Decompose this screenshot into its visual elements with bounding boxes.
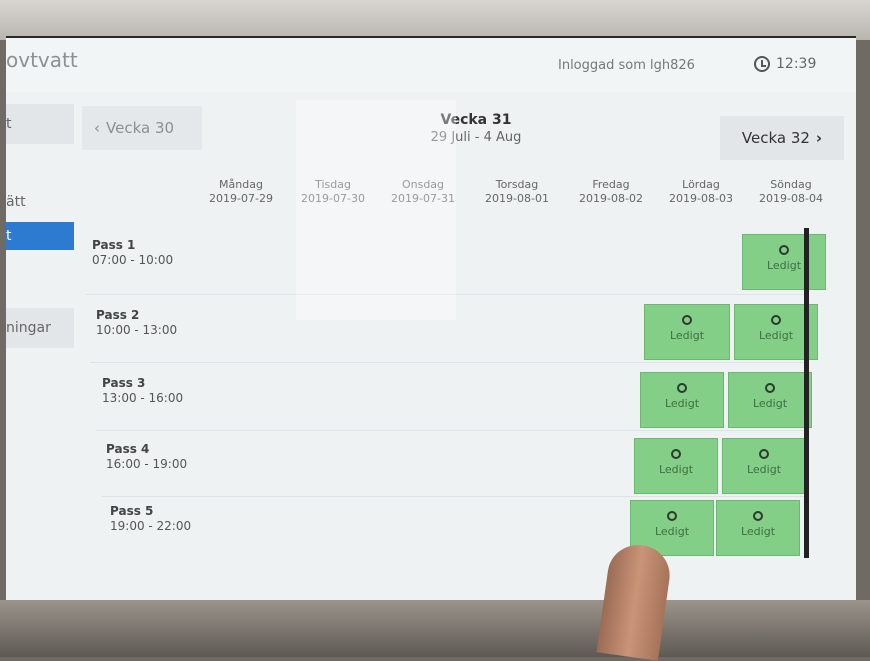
slot-label: Ledigt: [654, 525, 690, 538]
touch-screen: ovtvatt Inloggad som lgh826 12:39 t ätt …: [6, 36, 856, 602]
device-bezel-top: [0, 0, 870, 40]
top-bar: ovtvatt Inloggad som lgh826 12:39: [6, 38, 856, 92]
plus-icon: [667, 511, 677, 521]
slot-label: Ledigt: [746, 463, 782, 476]
pass-1-label: Pass 1 07:00 - 10:00: [92, 238, 173, 268]
login-status: Inloggad som lgh826: [558, 58, 695, 73]
day-date: 2019-08-02: [579, 192, 643, 205]
pass-2-label: Pass 2 10:00 - 13:00: [96, 308, 177, 338]
plus-icon: [779, 245, 789, 255]
day-header-sunday: Söndag 2019-08-04: [746, 178, 836, 206]
pass-name: Pass 2: [96, 308, 140, 322]
slot-pass1-sunday[interactable]: Ledigt: [742, 234, 826, 290]
slot-label: Ledigt: [658, 463, 694, 476]
slot-label: Ledigt: [766, 259, 802, 272]
clock-time: 12:39: [776, 56, 817, 72]
slot-pass5-sunday[interactable]: Ledigt: [716, 500, 800, 556]
plus-icon: [771, 315, 781, 325]
day-name: Lördag: [682, 178, 720, 191]
pass-name: Pass 5: [110, 504, 154, 518]
row-separator: [102, 496, 806, 497]
next-week-button[interactable]: Vecka 32 ›: [720, 116, 844, 160]
day-header-saturday: Lördag 2019-08-03: [656, 178, 746, 206]
sidebar-item-3[interactable]: t: [6, 222, 74, 250]
pass-5-label: Pass 5 19:00 - 22:00: [110, 504, 191, 534]
slot-label: Ledigt: [669, 329, 705, 342]
chevron-right-icon: ›: [815, 129, 823, 147]
sidebar-item-4[interactable]: ningar: [6, 308, 74, 348]
pass-4-label: Pass 4 16:00 - 19:00: [106, 442, 187, 472]
day-name: Måndag: [219, 178, 263, 191]
pass-time: 19:00 - 22:00: [110, 519, 192, 533]
slot-pass3-saturday[interactable]: Ledigt: [640, 372, 724, 428]
plus-icon: [677, 383, 687, 393]
slot-pass3-sunday[interactable]: Ledigt: [728, 372, 812, 428]
screen-glare: [296, 100, 456, 320]
day-header-friday: Fredag 2019-08-02: [566, 178, 656, 206]
slot-pass4-saturday[interactable]: Ledigt: [634, 438, 718, 494]
row-separator: [90, 362, 806, 363]
previous-week-label: Vecka 30: [106, 119, 175, 137]
day-header-thursday: Torsdag 2019-08-01: [472, 178, 562, 206]
plus-icon: [753, 511, 763, 521]
sidebar: t ätt t ningar: [6, 92, 78, 602]
pass-time: 16:00 - 19:00: [106, 457, 188, 471]
slot-pass4-sunday[interactable]: Ledigt: [722, 438, 806, 494]
pass-time: 13:00 - 16:00: [102, 391, 184, 405]
slot-pass2-saturday[interactable]: Ledigt: [644, 304, 730, 360]
pass-time: 10:00 - 13:00: [96, 323, 178, 337]
pass-name: Pass 3: [102, 376, 146, 390]
sidebar-item-2[interactable]: ätt: [6, 182, 74, 222]
plus-icon: [671, 449, 681, 459]
day-name: Söndag: [770, 178, 812, 191]
plus-icon: [759, 449, 769, 459]
day-name: Torsdag: [495, 178, 539, 191]
slot-label: Ledigt: [752, 397, 788, 410]
day-date: 2019-08-01: [485, 192, 549, 205]
day-date: 2019-08-03: [669, 192, 733, 205]
app-brand: ovtvatt: [6, 48, 78, 72]
clock: 12:39: [754, 56, 816, 72]
row-separator: [96, 430, 806, 431]
day-header-monday: Måndag 2019-07-29: [196, 178, 286, 206]
slot-label: Ledigt: [758, 329, 794, 342]
next-week-label: Vecka 32: [741, 129, 810, 147]
device-bezel-bottom: [0, 600, 870, 657]
pass-name: Pass 4: [106, 442, 150, 456]
day-date: 2019-07-29: [209, 192, 273, 205]
clock-icon: [754, 56, 770, 72]
plus-icon: [682, 315, 692, 325]
previous-week-button[interactable]: ‹ Vecka 30: [82, 106, 202, 150]
day-name: Fredag: [592, 178, 630, 191]
pass-time: 07:00 - 10:00: [92, 253, 174, 267]
chevron-left-icon: ‹: [94, 119, 100, 137]
plus-icon: [765, 383, 775, 393]
scrollbar[interactable]: [804, 228, 809, 558]
sidebar-item-1[interactable]: t: [6, 104, 74, 144]
slot-label: Ledigt: [740, 525, 776, 538]
slot-label: Ledigt: [664, 397, 700, 410]
pass-3-label: Pass 3 13:00 - 16:00: [102, 376, 183, 406]
day-date: 2019-08-04: [759, 192, 823, 205]
pass-name: Pass 1: [92, 238, 136, 252]
